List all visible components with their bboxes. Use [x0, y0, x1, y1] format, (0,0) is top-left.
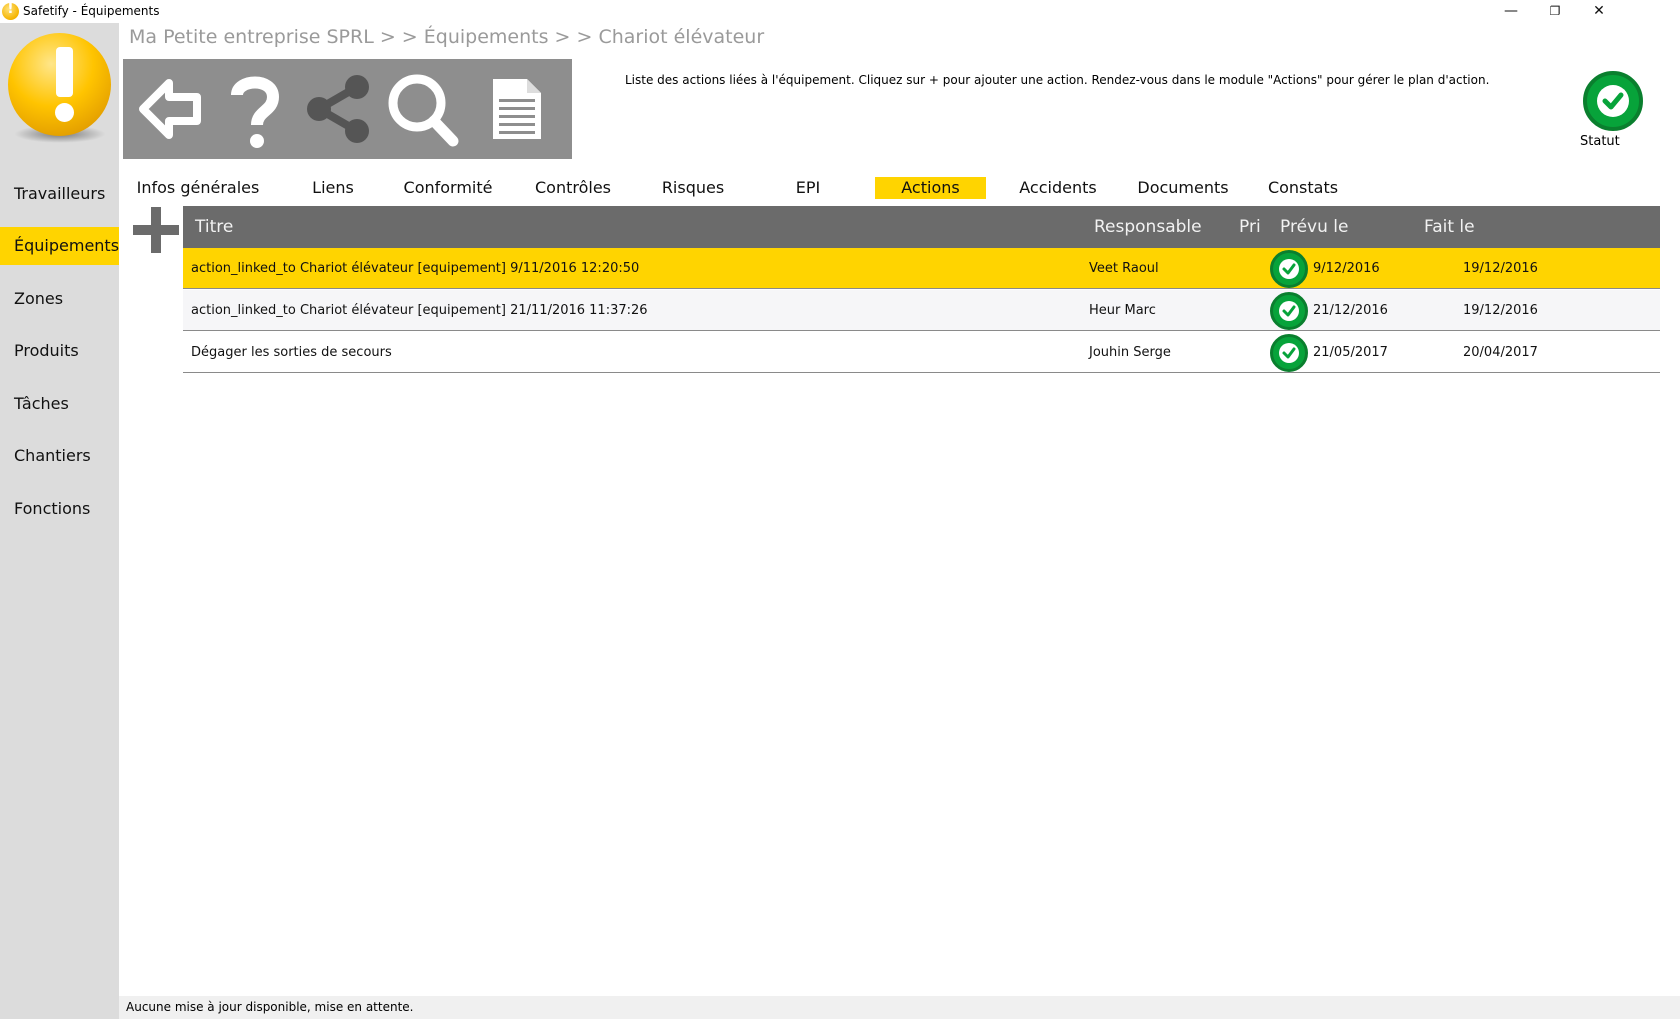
table-header: Titre Responsable Pri Prévu le Fait le — [183, 206, 1660, 248]
tab-actions[interactable]: Actions — [875, 177, 986, 199]
breadcrumb: Ma Petite entreprise SPRL > > Équipement… — [129, 26, 765, 48]
app-logo-icon — [8, 33, 111, 136]
exclamation-dot — [55, 103, 74, 122]
sidebar-item-taches[interactable]: Tâches — [0, 385, 119, 423]
sidebar-item-travailleurs[interactable]: Travailleurs — [0, 175, 119, 213]
priority-check-icon — [1270, 250, 1308, 288]
column-header-pri[interactable]: Pri — [1239, 206, 1261, 248]
status-label: Statut — [1580, 134, 1620, 149]
toolbar — [123, 59, 572, 159]
column-header-titre[interactable]: Titre — [195, 206, 233, 248]
tab-conformite[interactable]: Conformité — [393, 177, 503, 199]
cell-titre: action_linked_to Chariot élévateur [equi… — [191, 303, 648, 318]
cell-fait: 20/04/2017 — [1463, 345, 1538, 360]
cell-prevu: 21/12/2016 — [1313, 303, 1388, 318]
window-title: Safetify - Équipements — [23, 4, 160, 18]
tab-constats[interactable]: Constats — [1253, 177, 1353, 199]
window-titlebar: Safetify - Équipements — ❐ ✕ — [0, 0, 1680, 23]
table-row[interactable]: Dégager les sorties de secours Jouhin Se… — [183, 332, 1660, 373]
sidebar-item-chantiers[interactable]: Chantiers — [0, 437, 119, 475]
column-header-fait[interactable]: Fait le — [1424, 206, 1475, 248]
status-bar: Aucune mise à jour disponible, mise en a… — [119, 996, 1680, 1019]
table-row[interactable]: action_linked_to Chariot élévateur [equi… — [183, 248, 1660, 289]
cell-titre: action_linked_to Chariot élévateur [equi… — [191, 261, 640, 276]
tab-liens[interactable]: Liens — [293, 177, 373, 199]
priority-check-icon — [1270, 292, 1308, 330]
column-header-prevu[interactable]: Prévu le — [1280, 206, 1348, 248]
cell-fait: 19/12/2016 — [1463, 303, 1538, 318]
share-icon[interactable] — [299, 67, 379, 151]
add-action-button[interactable] — [133, 207, 179, 253]
search-icon[interactable] — [383, 67, 463, 151]
app-logo-icon — [2, 1, 19, 20]
priority-check-icon — [1270, 334, 1308, 372]
table-row[interactable]: action_linked_to Chariot élévateur [equi… — [183, 290, 1660, 331]
tab-epi[interactable]: EPI — [763, 177, 853, 199]
sidebar-item-equipements[interactable]: Équipements — [0, 227, 119, 265]
sidebar: Travailleurs Équipements Zones Produits … — [0, 23, 119, 1019]
cell-fait: 19/12/2016 — [1463, 261, 1538, 276]
close-button[interactable]: ✕ — [1576, 0, 1622, 22]
restore-button[interactable]: ❐ — [1532, 0, 1578, 22]
help-icon[interactable] — [215, 67, 295, 151]
tab-accidents[interactable]: Accidents — [1003, 177, 1113, 199]
tab-controles[interactable]: Contrôles — [523, 177, 623, 199]
status-bar-text: Aucune mise à jour disponible, mise en a… — [126, 1000, 414, 1014]
column-header-responsable[interactable]: Responsable — [1094, 206, 1202, 248]
cell-responsable: Jouhin Serge — [1089, 345, 1171, 360]
cell-titre: Dégager les sorties de secours — [191, 345, 392, 360]
tab-bar: Infos générales Liens Conformité Contrôl… — [123, 177, 1653, 199]
tab-infos-generales[interactable]: Infos générales — [133, 177, 263, 199]
sidebar-item-produits[interactable]: Produits — [0, 332, 119, 370]
sidebar-item-zones[interactable]: Zones — [0, 280, 119, 318]
cell-responsable: Heur Marc — [1089, 303, 1156, 318]
tab-risques[interactable]: Risques — [643, 177, 743, 199]
minimize-button[interactable]: — — [1488, 0, 1534, 22]
cell-prevu: 21/05/2017 — [1313, 345, 1388, 360]
tab-documents[interactable]: Documents — [1128, 177, 1238, 199]
sidebar-item-fonctions[interactable]: Fonctions — [0, 490, 119, 528]
document-icon[interactable] — [479, 67, 559, 151]
help-text: Liste des actions liées à l'équipement. … — [625, 73, 1490, 87]
status-check-icon[interactable] — [1583, 71, 1643, 131]
exclamation-bar — [56, 47, 73, 97]
cell-prevu: 9/12/2016 — [1313, 261, 1380, 276]
cell-responsable: Veet Raoul — [1089, 261, 1159, 276]
back-arrow-icon[interactable] — [131, 67, 211, 151]
